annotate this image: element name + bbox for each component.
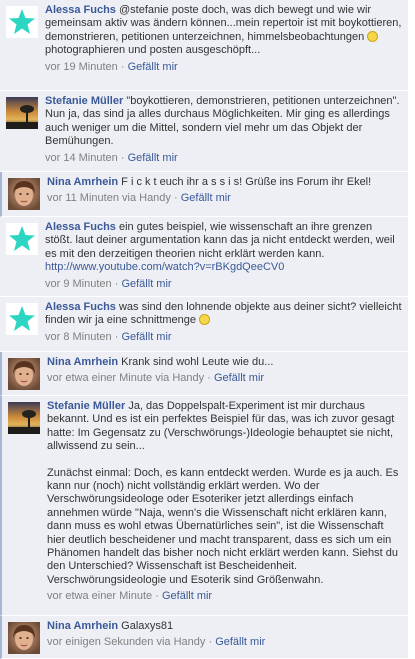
- comment-timestamp: vor 9 Minuten: [45, 277, 112, 290]
- comment-text: Galaxys81: [121, 620, 174, 632]
- comment-text: Krank sind wohl Leute wie du...: [121, 356, 274, 368]
- sunset-avatar[interactable]: [6, 97, 38, 129]
- sunset-avatar[interactable]: [8, 402, 40, 434]
- star-avatar[interactable]: [6, 6, 38, 38]
- comment-author[interactable]: Nina Amrhein: [47, 356, 118, 368]
- separator-dot: ·: [173, 192, 178, 205]
- comment-item: Nina Amrhein F i c k t euch ihr a s s i …: [0, 172, 408, 217]
- comment-item: Stefanie Müller Ja, das Doppelspalt-Expe…: [0, 396, 408, 616]
- comment-item: Alessa Fuchs ein gutes beispiel, wie wis…: [0, 217, 408, 297]
- comment-timestamp: vor etwa einer Minute: [47, 590, 153, 603]
- separator-dot: ·: [114, 277, 119, 290]
- like-link[interactable]: Gefällt mir: [215, 636, 265, 648]
- comment-author[interactable]: Nina Amrhein: [47, 620, 118, 632]
- star-avatar[interactable]: [6, 303, 38, 335]
- comment-text: photographieren und posten ausgeschöpft.…: [45, 44, 261, 57]
- face-avatar[interactable]: [8, 178, 40, 210]
- comment-feed: Alessa Fuchs @stefanie poste doch, was d…: [0, 0, 415, 659]
- comment-author[interactable]: Stefanie Müller: [47, 400, 125, 412]
- like-link[interactable]: Gefällt mir: [121, 278, 171, 290]
- like-link[interactable]: Gefällt mir: [214, 372, 264, 384]
- face-avatar[interactable]: [8, 358, 40, 390]
- comment-timestamp: vor 19 Minuten: [45, 60, 118, 73]
- comment-author[interactable]: Alessa Fuchs: [45, 4, 116, 16]
- face-avatar[interactable]: [8, 622, 40, 654]
- separator-dot: ·: [155, 590, 159, 603]
- comment-item: Nina Amrhein Krank sind wohl Leute wie d…: [0, 352, 408, 396]
- like-link[interactable]: Gefällt mir: [128, 61, 178, 73]
- comment-author[interactable]: Stefanie Müller: [45, 95, 123, 107]
- smiley-icon: [367, 30, 379, 42]
- separator-dot: ·: [120, 151, 125, 164]
- comment-timestamp: vor einigen Sekunden via Handy: [47, 636, 206, 649]
- comment-item: Nina Amrhein Galaxys81 vor einigen Sekun…: [0, 616, 408, 659]
- comment-timestamp: vor 8 Minuten: [45, 330, 112, 343]
- smiley-icon: [199, 314, 211, 326]
- comment-timestamp: vor 11 Minuten via Handy: [47, 192, 171, 205]
- youtube-link[interactable]: http://www.youtube.com/watch?v=rBKgdQeeC…: [45, 261, 284, 273]
- like-link[interactable]: Gefällt mir: [128, 152, 178, 164]
- like-link[interactable]: Gefällt mir: [162, 590, 212, 602]
- separator-dot: ·: [114, 330, 119, 343]
- star-avatar[interactable]: [6, 223, 38, 255]
- comment-text: F i c k t euch ihr a s s i s! Grüße ins …: [121, 176, 372, 188]
- comment-author[interactable]: Nina Amrhein: [47, 176, 118, 188]
- comment-timestamp: vor etwa einer Minute via Handy: [47, 372, 205, 385]
- separator-dot: ·: [207, 372, 211, 385]
- comment-item: Alessa Fuchs @stefanie poste doch, was d…: [0, 0, 408, 91]
- comment-timestamp: vor 14 Minuten: [45, 151, 118, 164]
- comment-text-paragraph: Zunächst einmal: Doch, es kann entdeckt …: [47, 466, 399, 586]
- comment-author[interactable]: Alessa Fuchs: [45, 221, 116, 233]
- like-link[interactable]: Gefällt mir: [181, 192, 231, 204]
- comment-author[interactable]: Alessa Fuchs: [45, 301, 116, 313]
- like-link[interactable]: Gefällt mir: [121, 331, 171, 343]
- comment-item: Stefanie Müller "boykottieren, demonstri…: [0, 91, 408, 172]
- separator-dot: ·: [208, 636, 213, 649]
- comment-item: Alessa Fuchs was sind den lohnende objek…: [0, 297, 408, 352]
- separator-dot: ·: [120, 60, 125, 73]
